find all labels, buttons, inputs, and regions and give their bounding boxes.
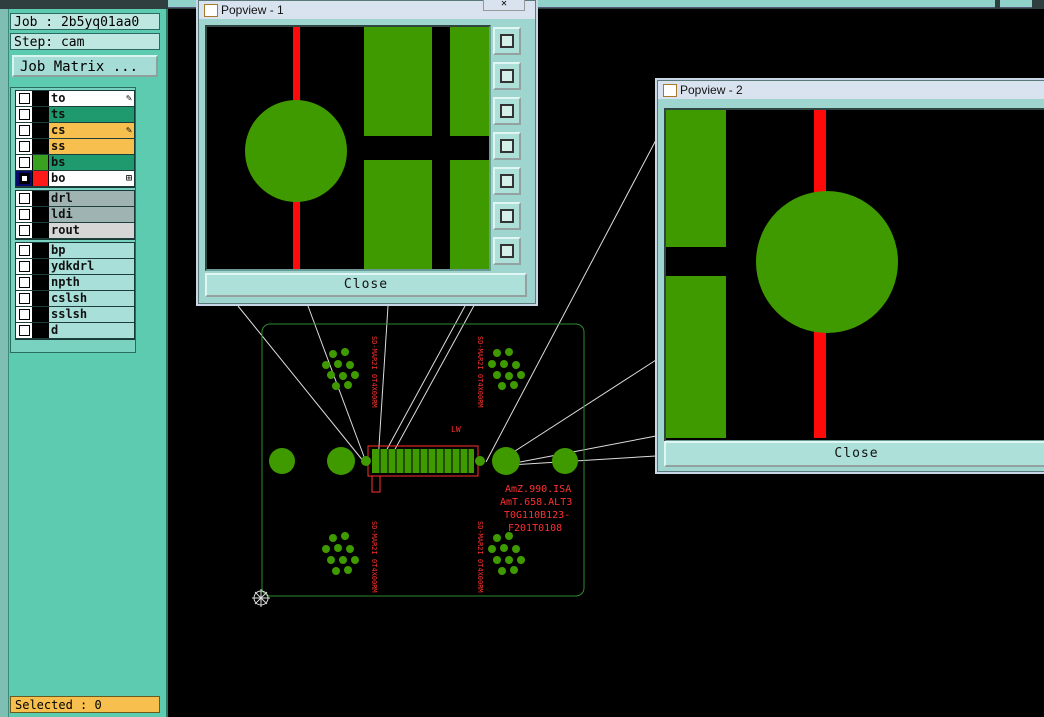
svg-text:SD-MAR2I 0T4X00RM: SD-MAR2I 0T4X00RM bbox=[476, 521, 484, 593]
svg-text:SD-MAR2I 0T4X00RM: SD-MAR2I 0T4X00RM bbox=[370, 336, 378, 408]
zoom-out-button[interactable] bbox=[493, 237, 521, 265]
zoom-in-button[interactable] bbox=[493, 202, 521, 230]
zoom-out-icon bbox=[500, 244, 514, 258]
arrow-left-icon bbox=[500, 139, 514, 153]
arrow-right-icon bbox=[500, 174, 514, 188]
popview-2-window[interactable]: Popview - 2 Close bbox=[657, 80, 1044, 472]
silkscreen-label: LW bbox=[451, 425, 461, 434]
zoom-in-icon bbox=[500, 209, 514, 223]
popview-2-title: Popview - 2 bbox=[680, 83, 743, 97]
pad-cluster bbox=[488, 348, 525, 390]
pan-up-button[interactable] bbox=[493, 62, 521, 90]
silkscreen-text: AmZ.990.ISA AmT.658.ALT3 T0G110B123- F20… bbox=[500, 484, 572, 534]
popview-2-graphic bbox=[666, 110, 898, 438]
svg-text:AmZ.990.ISA: AmZ.990.ISA bbox=[505, 484, 571, 495]
svg-text:AmT.658.ALT3: AmT.658.ALT3 bbox=[500, 497, 572, 508]
connector-footprint bbox=[361, 445, 485, 493]
window-icon bbox=[204, 4, 218, 17]
svg-text:T0G110B123-: T0G110B123- bbox=[504, 510, 570, 521]
pad-cluster bbox=[488, 532, 525, 575]
pan-down-button[interactable] bbox=[493, 97, 521, 125]
popview-1-graphic bbox=[245, 27, 489, 269]
svg-text:F201T0108: F201T0108 bbox=[508, 523, 562, 534]
origin-marker-icon bbox=[252, 589, 270, 607]
popview-2-close-button[interactable]: Close bbox=[664, 441, 1044, 467]
pad-cluster bbox=[322, 348, 359, 390]
popview-2-view[interactable] bbox=[664, 108, 1044, 442]
popview-1-view[interactable] bbox=[205, 25, 491, 271]
window-close-button[interactable]: ✕ bbox=[483, 0, 525, 11]
arrow-up-icon bbox=[500, 69, 514, 83]
popview-2-titlebar[interactable]: Popview - 2 bbox=[658, 81, 1044, 99]
popview-1-window[interactable]: Popview - 1 ✕ Close bbox=[198, 0, 536, 304]
pan-right-button[interactable] bbox=[493, 167, 521, 195]
zoom-fit-button[interactable] bbox=[493, 27, 521, 55]
svg-text:SD-MAR2I 0T4X00RM: SD-MAR2I 0T4X00RM bbox=[476, 336, 484, 408]
popview-1-title: Popview - 1 bbox=[221, 3, 284, 17]
zoom-fit-icon bbox=[500, 34, 514, 48]
pad-cluster bbox=[322, 532, 359, 575]
window-icon bbox=[663, 84, 677, 97]
pan-left-button[interactable] bbox=[493, 132, 521, 160]
popview-1-close-button[interactable]: Close bbox=[205, 273, 527, 297]
svg-text:SD-MAR2I 0T4X00RM: SD-MAR2I 0T4X00RM bbox=[370, 521, 378, 593]
arrow-down-icon bbox=[500, 104, 514, 118]
